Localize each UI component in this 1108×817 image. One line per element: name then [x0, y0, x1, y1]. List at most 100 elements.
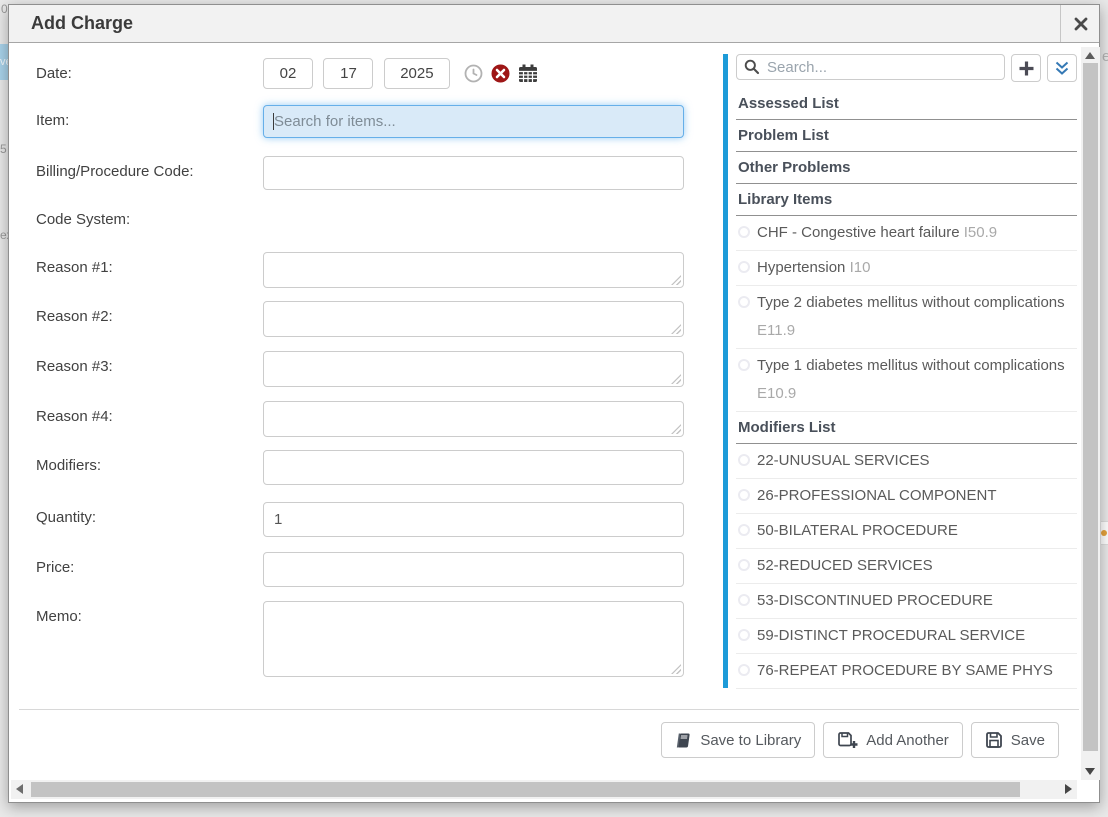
- item-label: Item:: [36, 112, 69, 129]
- backdrop-fragment: [1101, 521, 1108, 545]
- modifier-item-text: 26-PROFESSIONAL COMPONENT: [757, 482, 997, 510]
- radio-icon: [738, 594, 750, 606]
- library-item[interactable]: Type 1 diabetes mellitus without complic…: [736, 349, 1077, 412]
- radio-icon: [738, 261, 750, 273]
- scroll-left-icon[interactable]: [16, 784, 23, 794]
- clear-date-button[interactable]: [491, 64, 510, 83]
- radio-icon: [738, 664, 750, 676]
- diagnosis-panel: Assessed List Problem List Other Problem…: [736, 54, 1077, 689]
- library-item-code: E11.9: [757, 317, 1065, 345]
- footer-buttons: Save to Library Add Another Save: [661, 722, 1059, 758]
- calendar-icon: [518, 64, 538, 83]
- search-icon: [744, 59, 760, 75]
- footer-divider: [19, 709, 1079, 710]
- library-item-code: I50.9: [964, 224, 997, 241]
- modifier-item[interactable]: 50-BILATERAL PROCEDURE: [736, 514, 1077, 549]
- save-to-library-label: Save to Library: [700, 732, 801, 749]
- save-icon: [985, 731, 1003, 749]
- library-item-code: I10: [850, 259, 871, 276]
- date-year-input[interactable]: [384, 58, 450, 89]
- clock-icon: [464, 64, 483, 83]
- dialog-header: Add Charge: [9, 5, 1099, 43]
- radio-icon: [738, 296, 750, 308]
- section-header-problem-list: Problem List: [736, 120, 1077, 152]
- time-button[interactable]: [464, 64, 483, 83]
- billing-code-input[interactable]: [263, 156, 684, 190]
- library-item[interactable]: CHF - Congestive heart failure I50.9: [736, 216, 1077, 251]
- library-item-text: Type 1 diabetes mellitus without complic…: [757, 357, 1065, 374]
- calendar-button[interactable]: [518, 64, 538, 83]
- radio-icon: [738, 359, 750, 371]
- modifier-item[interactable]: 59-DISTINCT PROCEDURAL SERVICE: [736, 619, 1077, 654]
- scroll-right-icon[interactable]: [1065, 784, 1072, 794]
- backdrop-fragment: e: [1102, 48, 1108, 65]
- quantity-input[interactable]: [263, 502, 684, 537]
- library-item-code: E10.9: [757, 380, 1065, 408]
- reason1-label: Reason #1:: [36, 259, 113, 276]
- modifier-item-text: 76-REPEAT PROCEDURE BY SAME PHYS: [757, 657, 1053, 685]
- item-search-input[interactable]: [263, 105, 684, 138]
- save-to-library-button[interactable]: Save to Library: [661, 722, 815, 758]
- clear-circle-x-icon: [491, 64, 510, 83]
- library-item[interactable]: Type 2 diabetes mellitus without complic…: [736, 286, 1077, 349]
- date-day-input[interactable]: [323, 58, 373, 89]
- modifier-item-text: 53-DISCONTINUED PROCEDURE: [757, 587, 993, 615]
- modifier-item[interactable]: 53-DISCONTINUED PROCEDURE: [736, 584, 1077, 619]
- backdrop-fragment: ve: [0, 44, 8, 80]
- modifier-item[interactable]: 76-REPEAT PROCEDURE BY SAME PHYS: [736, 654, 1077, 689]
- scroll-down-icon[interactable]: [1085, 768, 1095, 775]
- radio-icon: [738, 559, 750, 571]
- add-charge-dialog: Add Charge Date:: [8, 4, 1100, 803]
- vertical-scrollbar[interactable]: [1081, 47, 1100, 780]
- section-header-modifiers-list: Modifiers List: [736, 412, 1077, 444]
- modifier-item-text: 22-UNUSUAL SERVICES: [757, 447, 930, 475]
- modifier-item[interactable]: 52-REDUCED SERVICES: [736, 549, 1077, 584]
- reason1-textarea[interactable]: [263, 252, 684, 288]
- save-plus-icon: [837, 731, 858, 749]
- billing-code-label: Billing/Procedure Code:: [36, 163, 194, 180]
- radio-icon: [738, 524, 750, 536]
- backdrop-fragment: 0: [1, 2, 8, 16]
- modifier-item[interactable]: 26-PROFESSIONAL COMPONENT: [736, 479, 1077, 514]
- modifier-item[interactable]: 22-UNUSUAL SERVICES: [736, 444, 1077, 479]
- section-header-library-items: Library Items: [736, 184, 1077, 216]
- library-item-text: Type 2 diabetes mellitus without complic…: [757, 294, 1065, 311]
- add-item-button[interactable]: [1011, 54, 1041, 82]
- text-caret: [273, 113, 274, 130]
- price-label: Price:: [36, 559, 74, 576]
- code-system-label: Code System:: [36, 211, 130, 228]
- modifier-item-text: 50-BILATERAL PROCEDURE: [757, 517, 958, 545]
- library-item[interactable]: Hypertension I10: [736, 251, 1077, 286]
- reason3-textarea[interactable]: [263, 351, 684, 387]
- library-item-text: Hypertension: [757, 259, 845, 276]
- radio-icon: [738, 226, 750, 238]
- date-month-input[interactable]: [263, 58, 313, 89]
- backdrop-fragment: 5: [0, 142, 7, 156]
- close-button[interactable]: [1061, 5, 1100, 42]
- section-header-other-problems: Other Problems: [736, 152, 1077, 184]
- memo-textarea[interactable]: [263, 601, 684, 677]
- quantity-label: Quantity:: [36, 509, 96, 526]
- reason3-label: Reason #3:: [36, 358, 113, 375]
- vertical-scroll-thumb[interactable]: [1083, 63, 1098, 751]
- memo-label: Memo:: [36, 608, 82, 625]
- modifier-item-text: 52-REDUCED SERVICES: [757, 552, 933, 580]
- close-icon: [1074, 17, 1088, 31]
- reason2-textarea[interactable]: [263, 301, 684, 337]
- save-button[interactable]: Save: [971, 722, 1059, 758]
- modifier-item-text: 59-DISTINCT PROCEDURAL SERVICE: [757, 622, 1025, 650]
- add-another-button[interactable]: Add Another: [823, 722, 963, 758]
- price-input[interactable]: [263, 552, 684, 587]
- add-another-label: Add Another: [866, 732, 949, 749]
- radio-icon: [738, 629, 750, 641]
- chevron-double-down-icon: [1054, 61, 1070, 76]
- panel-search-input[interactable]: [736, 54, 1005, 80]
- horizontal-scrollbar[interactable]: [11, 780, 1077, 799]
- modifiers-input[interactable]: [263, 450, 684, 485]
- horizontal-scroll-thumb[interactable]: [31, 782, 1020, 797]
- library-item-text: CHF - Congestive heart failure: [757, 224, 960, 241]
- expand-all-button[interactable]: [1047, 54, 1077, 82]
- scroll-up-icon[interactable]: [1085, 52, 1095, 59]
- reason2-label: Reason #2:: [36, 308, 113, 325]
- reason4-textarea[interactable]: [263, 401, 684, 437]
